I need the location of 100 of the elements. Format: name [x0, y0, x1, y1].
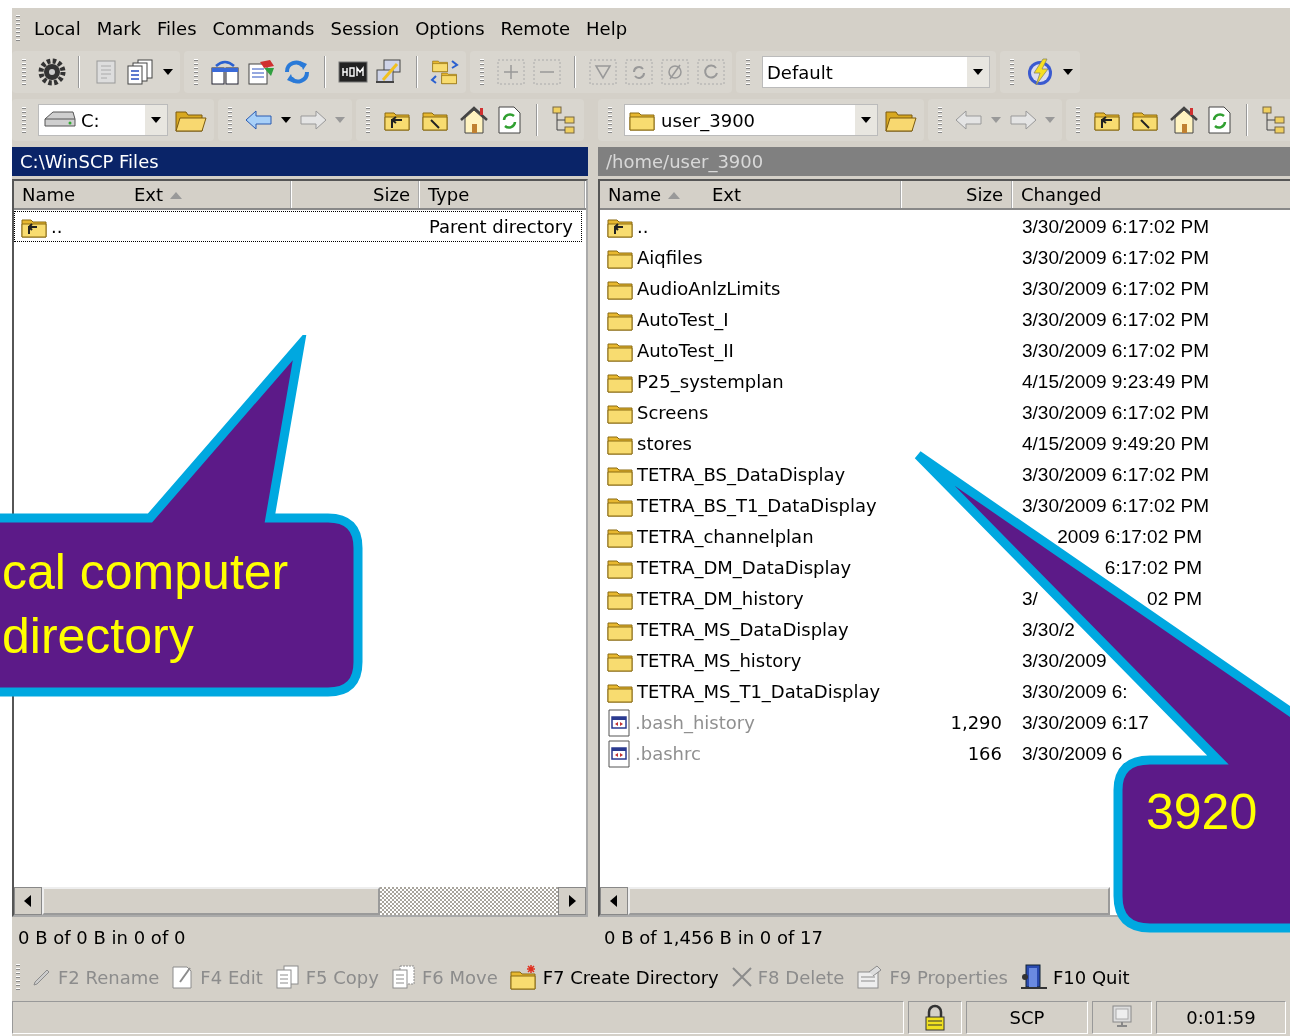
file-row[interactable]: TETRA_MS_history 3/30/2009	[600, 645, 1290, 676]
column-header[interactable]: Ext	[704, 181, 902, 208]
file-row[interactable]: stores 4/15/2009 9:49:20 PM	[600, 428, 1290, 459]
file-row[interactable]: Aiqfiles 3/30/2009 6:17:02 PM	[600, 242, 1290, 273]
file-row[interactable]: Screens 3/30/2009 6:17:02 PM	[600, 397, 1290, 428]
command-button[interactable]: F10 Quit	[1014, 959, 1137, 995]
file-row[interactable]: .bash_history 1,290 3/30/2009 6:17	[600, 707, 1290, 738]
menu-item[interactable]: Options	[407, 15, 493, 41]
modified-date: 3/30/2009 6:17:02 PM	[1022, 277, 1209, 299]
file-row[interactable]: TETRA_DM_history 3/ 02 PM	[600, 583, 1290, 614]
menu-item[interactable]: Commands	[204, 15, 323, 41]
modified-date: 3/30/2009 6:17:02 PM	[1022, 494, 1209, 516]
caret-icon[interactable]	[150, 116, 162, 124]
scrollbar-thumb[interactable]	[628, 887, 1110, 915]
file-name: P25_systemplan	[637, 371, 784, 392]
column-header[interactable]: Name	[14, 181, 126, 208]
modified-date: 3/30/2009 6:17:02 PM	[1022, 401, 1209, 423]
scroll-right-button[interactable]	[558, 887, 586, 915]
caret-icon[interactable]	[162, 68, 174, 76]
documents-icon	[273, 964, 302, 990]
modified-date: 3/30/2009 6	[1022, 742, 1123, 764]
folders-icon[interactable]	[430, 58, 460, 86]
modified-date: 3/30/2009 6:	[1022, 680, 1128, 702]
scroll-left-button[interactable]	[14, 887, 42, 915]
caret-icon[interactable]	[860, 116, 872, 124]
refresh-icon[interactable]	[696, 58, 726, 86]
back-arrow-icon[interactable]	[244, 108, 274, 132]
caret-icon[interactable]	[1062, 68, 1074, 76]
file-icon	[607, 739, 633, 768]
callout-text: cal computer directory	[2, 543, 289, 666]
drive-combo[interactable]: C:	[38, 104, 168, 136]
file-name: TETRA_channelplan	[637, 526, 814, 547]
file-row[interactable]: TETRA_MS_T1_DataDisplay 3/30/2009 6:	[600, 676, 1290, 707]
file-name: Screens	[637, 402, 709, 423]
forward-arrow-icon[interactable]	[1008, 108, 1038, 132]
status-text: 0 B of 1,456 B in 0 of 17	[603, 926, 823, 948]
directory-combo[interactable]: user_3900	[624, 104, 878, 136]
refresh-icon[interactable]	[496, 105, 524, 135]
modified-date: 3/30/2	[1022, 618, 1075, 640]
file-name: TETRA_DM_history	[637, 588, 804, 609]
file-row[interactable]: AutoTest_I 3/30/2009 6:17:02 PM	[600, 304, 1290, 335]
command-button[interactable]: F7 Create Directory	[504, 959, 726, 995]
delete-icon	[729, 965, 754, 989]
column-header[interactable]: Ext	[126, 181, 292, 208]
menu-item[interactable]: Mark	[88, 15, 150, 41]
file-row[interactable]: AudioAnlzLimits 3/30/2009 6:17:02 PM	[600, 273, 1290, 304]
caret-icon[interactable]	[972, 68, 984, 76]
two-panels-icon[interactable]	[210, 58, 240, 86]
modified-date: 3/	[1022, 587, 1038, 609]
filter-icon[interactable]	[588, 58, 618, 86]
menu-item[interactable]: Remote	[492, 15, 579, 41]
terminal-icon[interactable]	[338, 58, 368, 86]
menu-item[interactable]: Session	[322, 15, 408, 41]
file-type: Parent directory	[429, 216, 573, 237]
scrollbar-thumb[interactable]	[42, 887, 380, 915]
file-name: ..	[637, 216, 649, 237]
scroll-left-button[interactable]	[600, 887, 628, 915]
file-row[interactable]: AutoTest_II 3/30/2009 6:17:02 PM	[600, 335, 1290, 366]
tree-icon[interactable]	[1260, 105, 1288, 135]
column-header[interactable]: Changed	[1013, 181, 1290, 208]
profile-combo[interactable]: Default	[762, 56, 990, 88]
menu-item[interactable]: Local	[26, 15, 89, 41]
tree-icon[interactable]	[550, 105, 578, 135]
file-row[interactable]: .. 3/30/2009 6:17:02 PM	[600, 211, 1290, 242]
document-icon[interactable]	[246, 58, 276, 86]
file-name: stores	[637, 433, 692, 454]
caret-icon[interactable]	[280, 116, 292, 124]
file-row[interactable]: TETRA_DM_DataDisplay 6:17:02 PM	[600, 552, 1290, 583]
refresh-icon[interactable]	[1206, 105, 1234, 135]
status-text: 0 B of 0 B in 0 of 0	[17, 926, 187, 948]
column-header[interactable]: Size	[292, 181, 420, 208]
modified-date: 2009 6:17:02 PM	[1057, 524, 1202, 549]
modified-date: 3/30/2009 6:17:02 PM	[1022, 215, 1209, 237]
sync-icon[interactable]	[282, 58, 312, 86]
file-row[interactable]: .. Parent directory	[14, 211, 582, 242]
column-header[interactable]: Size	[902, 181, 1013, 208]
sync-icon[interactable]	[624, 58, 654, 86]
modified-date: 3/30/2009 6:17:02 PM	[1022, 339, 1209, 361]
home-icon[interactable]	[458, 105, 490, 135]
file-name: TETRA_MS_history	[637, 650, 802, 671]
file-row[interactable]: TETRA_BS_DataDisplay 3/30/2009 6:17:02 PM	[600, 459, 1290, 490]
file-row[interactable]: .bashrc 166 3/30/2009 6	[600, 738, 1290, 769]
file-row[interactable]: TETRA_channelplan 2009 6:17:02 PM	[600, 521, 1290, 552]
file-row[interactable]: P25_systemplan 4/15/2009 9:23:49 PM	[600, 366, 1290, 397]
file-name: ..	[51, 216, 63, 237]
new-folder-icon	[508, 963, 539, 991]
back-arrow-icon[interactable]	[954, 108, 984, 132]
menu-item[interactable]: Files	[149, 15, 205, 41]
forward-arrow-icon[interactable]	[298, 108, 328, 132]
home-icon[interactable]	[1168, 105, 1200, 135]
computers-icon[interactable]	[374, 58, 404, 86]
modified-date: 3/30/2009 6:17	[1022, 711, 1149, 733]
file-row[interactable]: TETRA_BS_T1_DataDisplay 3/30/2009 6:17:02 PM	[600, 490, 1290, 521]
menu-item[interactable]: Help	[578, 15, 636, 41]
column-header[interactable]: Name	[600, 181, 704, 208]
file-row[interactable]: TETRA_MS_DataDisplay 3/30/2	[600, 614, 1290, 645]
documents-icon[interactable]	[126, 58, 156, 86]
file-icon	[607, 708, 633, 737]
column-header[interactable]: Type	[420, 181, 586, 208]
gear-icon[interactable]	[38, 58, 66, 86]
